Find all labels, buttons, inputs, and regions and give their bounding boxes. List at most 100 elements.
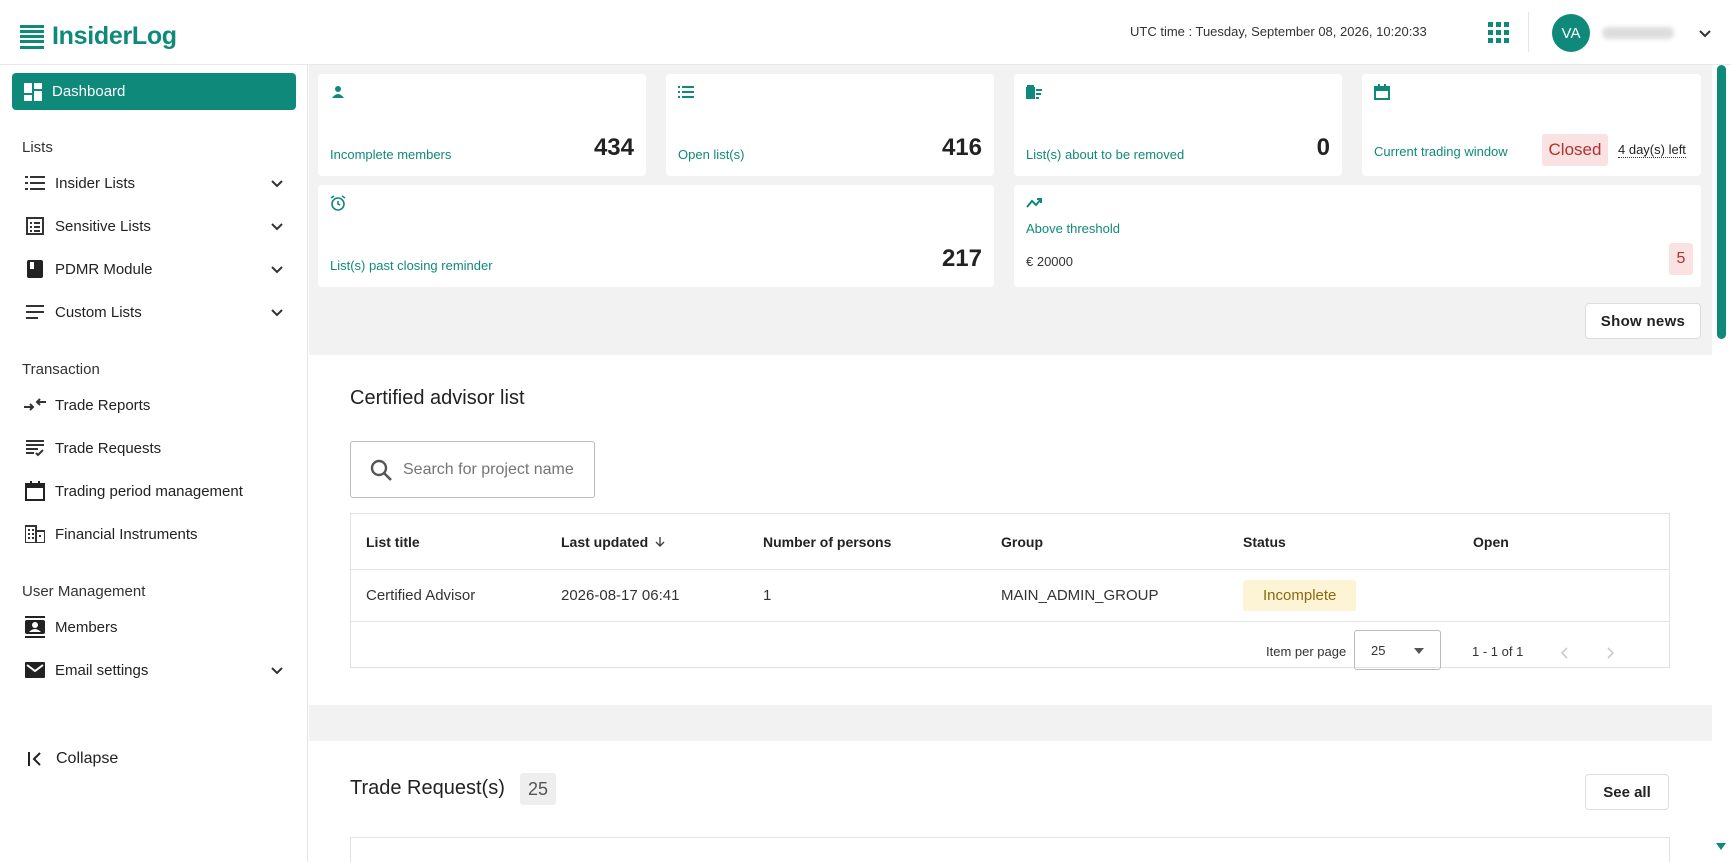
sidebar-item-insider-lists[interactable]: Insider Lists xyxy=(24,169,286,197)
trade-requests-panel: Trade Request(s) 25 See all xyxy=(309,741,1712,862)
stat-value: 434 xyxy=(593,134,634,161)
checklist-icon xyxy=(26,217,44,235)
mail-icon xyxy=(25,662,45,678)
sidebar-item-trade-reports[interactable]: Trade Reports xyxy=(24,391,286,419)
certified-advisor-panel: Certified advisor list List title Last u… xyxy=(309,355,1712,705)
sidebar-item-label: Sensitive Lists xyxy=(55,217,151,235)
sidebar-item-sensitive-lists[interactable]: Sensitive Lists xyxy=(24,212,286,240)
swap-icon xyxy=(24,398,46,411)
threshold-count-badge: 5 xyxy=(1669,243,1693,275)
scroll-down-icon[interactable] xyxy=(1716,843,1726,850)
sidebar-item-label: Trade Reports xyxy=(55,396,151,414)
top-bar: InsiderLog UTC time : Tuesday, September… xyxy=(0,0,1731,65)
sidebar-item-label: Custom Lists xyxy=(55,303,142,321)
items-per-page-select[interactable]: 25 xyxy=(1354,630,1441,670)
chevron-right-icon[interactable] xyxy=(1603,646,1617,660)
book-icon xyxy=(27,260,43,278)
contacts-icon xyxy=(25,616,45,638)
threshold-label: Above threshold xyxy=(1026,221,1120,236)
column-list-title[interactable]: List title xyxy=(366,534,420,550)
sidebar: Dashboard Lists Insider Lists Sensitive … xyxy=(0,65,308,862)
caret-down-icon xyxy=(1414,648,1424,654)
sidebar-item-email-settings[interactable]: Email settings xyxy=(24,656,286,684)
sidebar-item-dashboard[interactable]: Dashboard xyxy=(12,73,296,110)
sidebar-item-financial-instruments[interactable]: Financial Instruments xyxy=(24,520,286,548)
stat-label: Incomplete members xyxy=(330,147,452,162)
request-icon xyxy=(26,440,44,457)
stat-card-above-threshold[interactable]: Above threshold € 20000 5 xyxy=(1014,185,1701,287)
sidebar-item-label: Dashboard xyxy=(52,83,126,100)
column-last-updated[interactable]: Last updated xyxy=(561,534,666,550)
sidebar-item-label: Trade Requests xyxy=(55,439,162,457)
building-icon xyxy=(25,525,45,543)
sort-down-icon xyxy=(655,536,665,547)
lines-icon xyxy=(26,305,44,319)
sidebar-item-members[interactable]: Members xyxy=(24,613,286,641)
column-status[interactable]: Status xyxy=(1243,534,1286,550)
column-number-of-persons[interactable]: Number of persons xyxy=(763,534,891,550)
scrollbar-thumb[interactable] xyxy=(1717,65,1726,339)
trading-status-badge: Closed xyxy=(1542,134,1608,166)
section-lists: Lists xyxy=(22,139,53,156)
stat-label: List(s) about to be removed xyxy=(1026,147,1185,162)
scrollbar[interactable] xyxy=(1712,65,1731,862)
show-news-button[interactable]: Show news xyxy=(1585,303,1701,339)
avatar[interactable]: VA xyxy=(1552,14,1590,52)
column-open: Open xyxy=(1473,533,1509,550)
items-per-page-value: 25 xyxy=(1371,642,1386,658)
stat-value: 217 xyxy=(941,245,982,272)
search-icon xyxy=(370,459,392,481)
pagination-range: 1 - 1 of 1 xyxy=(1472,644,1524,659)
cell-group: MAIN_ADMIN_GROUP xyxy=(1001,587,1159,604)
dashboard-icon xyxy=(24,82,42,101)
chevron-down-icon[interactable] xyxy=(268,260,286,278)
section-user-management: User Management xyxy=(22,583,146,600)
apps-grid-icon[interactable] xyxy=(1487,21,1509,43)
calendar-icon xyxy=(1374,84,1390,100)
stat-label: List(s) past closing reminder xyxy=(330,258,493,273)
cell-last-updated: 2026-08-17 06:41 xyxy=(561,587,680,604)
chevron-down-icon[interactable] xyxy=(268,174,286,192)
search-input[interactable] xyxy=(403,460,593,479)
chevron-down-icon[interactable] xyxy=(268,303,286,321)
pagination: Item per page 25 1 - 1 of 1 xyxy=(351,622,1669,670)
sidebar-item-trade-requests[interactable]: Trade Requests xyxy=(24,434,286,462)
app-logo[interactable]: InsiderLog xyxy=(20,22,177,51)
stat-card-open-lists[interactable]: Open list(s) 416 xyxy=(666,74,994,176)
chevron-left-icon[interactable] xyxy=(1558,646,1572,660)
stat-card-incomplete-members[interactable]: Incomplete members 434 xyxy=(318,74,646,176)
stat-card-trading-window[interactable]: Current trading window Closed 4 day(s) l… xyxy=(1362,74,1701,176)
chevron-down-icon[interactable] xyxy=(1696,24,1714,42)
cell-list-title: Certified Advisor xyxy=(366,587,476,604)
threshold-amount: € 20000 xyxy=(1026,254,1073,269)
column-group[interactable]: Group xyxy=(1001,534,1043,550)
trade-requests-count-badge: 25 xyxy=(520,773,556,805)
see-all-button[interactable]: See all xyxy=(1585,774,1669,810)
sidebar-item-label: Email settings xyxy=(55,661,149,679)
certified-advisor-table: List title Last updated Number of person… xyxy=(350,513,1670,670)
stat-card-past-closing-reminder[interactable]: List(s) past closing reminder 217 xyxy=(318,185,994,287)
chevron-down-icon[interactable] xyxy=(268,217,286,235)
sidebar-item-label: Trading period management xyxy=(55,482,243,500)
sidebar-item-pdmr-module[interactable]: PDMR Module xyxy=(24,255,286,283)
sidebar-item-trading-period[interactable]: Trading period management xyxy=(24,477,286,505)
alarm-icon xyxy=(330,195,346,211)
search-field[interactable] xyxy=(350,441,595,498)
utc-time: UTC time : Tuesday, September 08, 2026, … xyxy=(1130,24,1427,39)
sidebar-item-label: Financial Instruments xyxy=(55,525,198,543)
logo-icon xyxy=(20,24,44,49)
table-row[interactable]: Certified Advisor 2026-08-17 06:41 1 MAI… xyxy=(351,570,1669,622)
days-left-link[interactable]: 4 day(s) left xyxy=(1618,142,1686,158)
sidebar-item-label: Members xyxy=(55,618,118,636)
chevron-down-icon[interactable] xyxy=(268,661,286,679)
stat-card-lists-to-be-removed[interactable]: List(s) about to be removed 0 xyxy=(1014,74,1342,176)
sidebar-item-custom-lists[interactable]: Custom Lists xyxy=(24,298,286,326)
sidebar-item-label: PDMR Module xyxy=(55,260,153,278)
stat-value: 0 xyxy=(1316,134,1330,161)
trend-icon xyxy=(1026,198,1042,208)
collapse-button[interactable]: Collapse xyxy=(28,750,118,768)
app-name: InsiderLog xyxy=(52,22,177,50)
person-icon xyxy=(332,86,344,98)
column-label: Last updated xyxy=(561,533,649,550)
stat-label: Current trading window xyxy=(1374,144,1508,159)
